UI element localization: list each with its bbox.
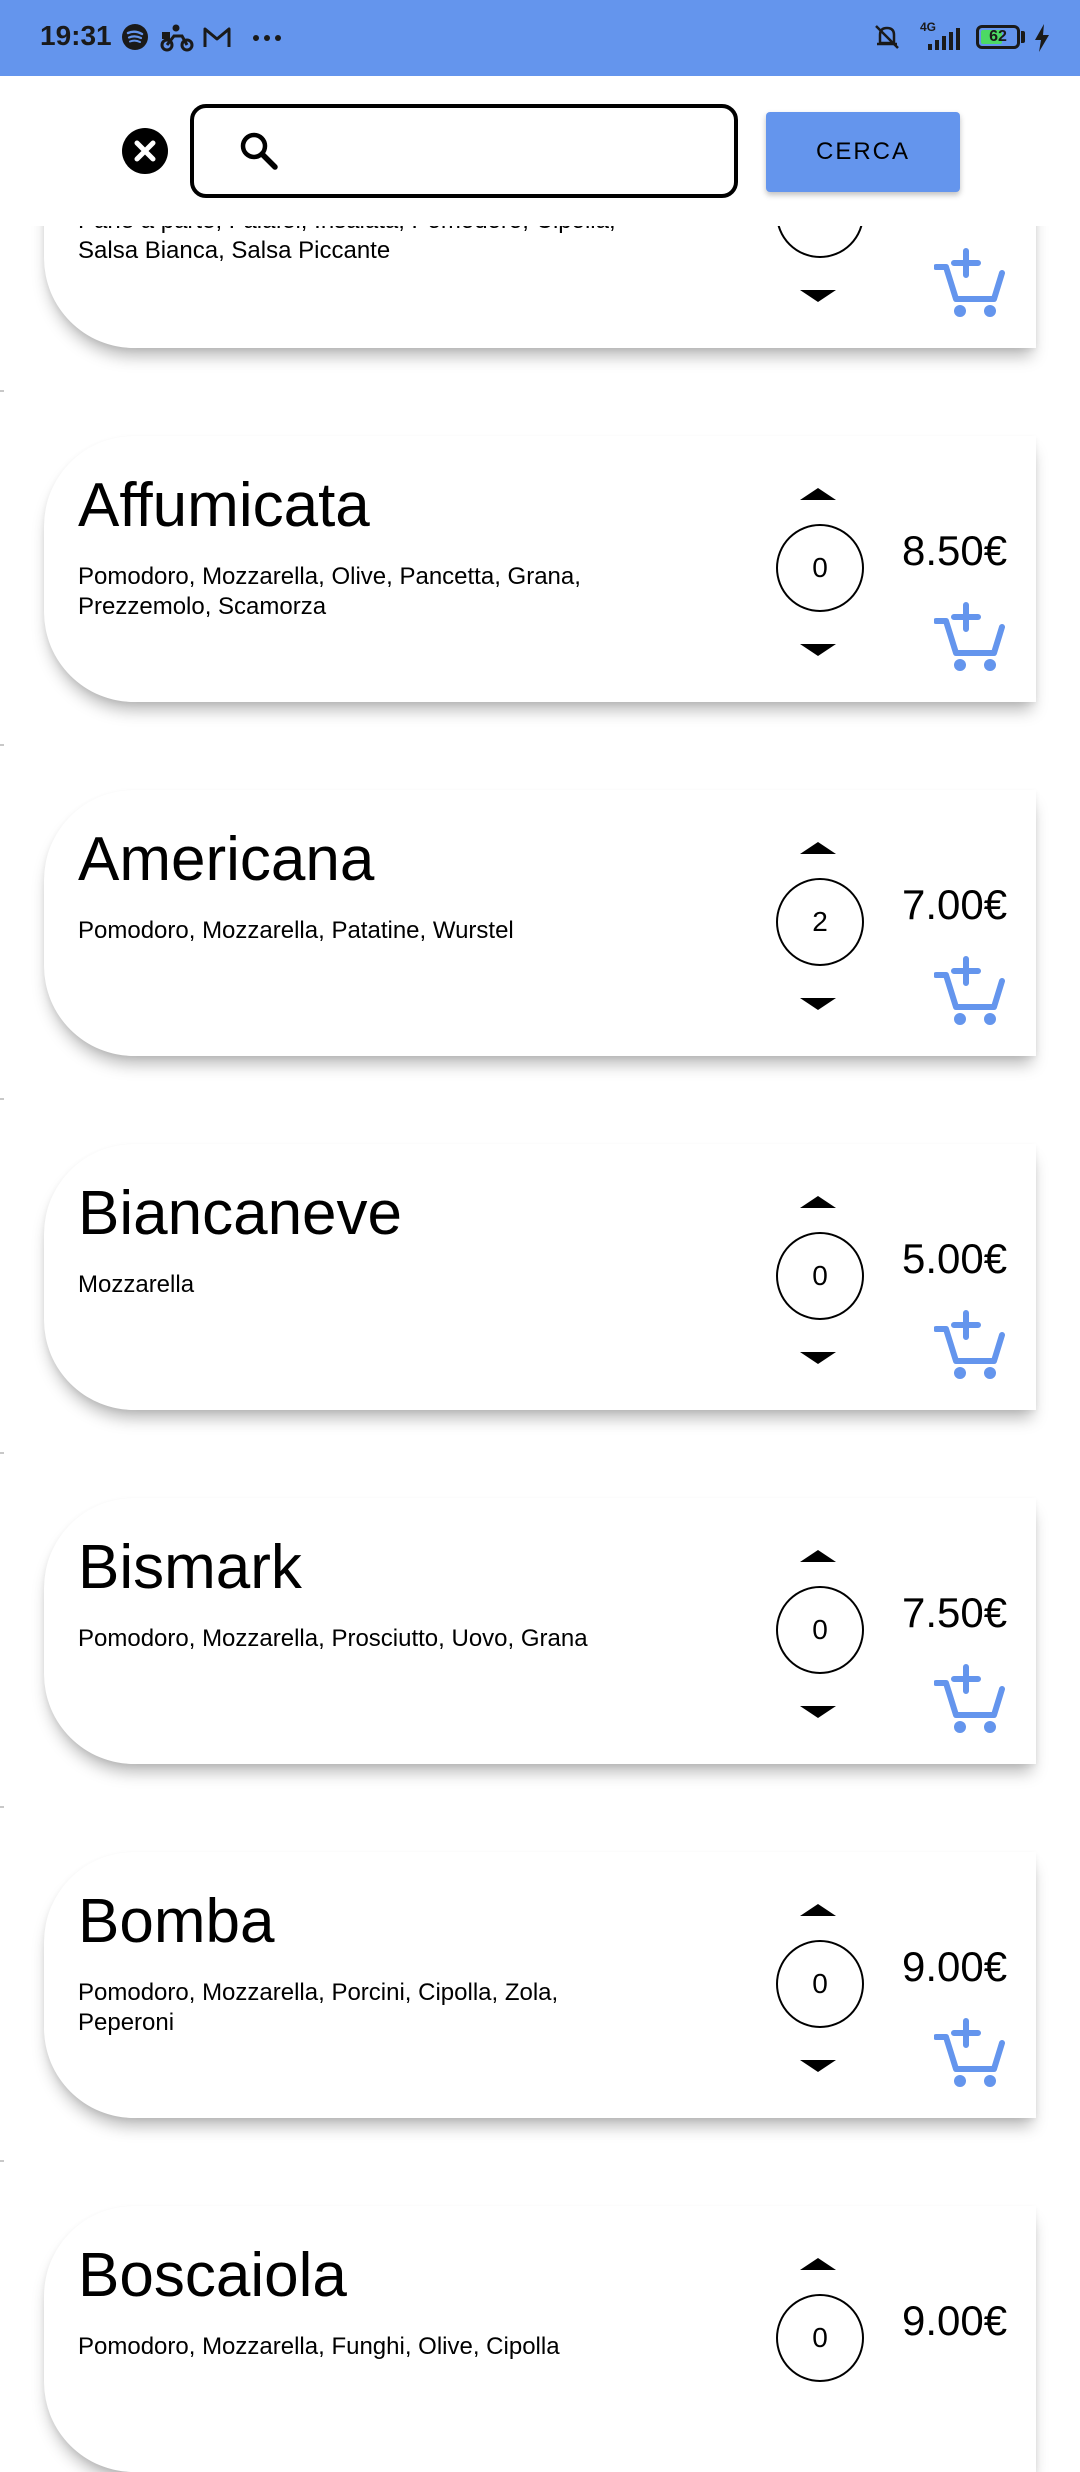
- add-to-cart-icon[interactable]: [934, 2017, 1006, 2089]
- increase-quantity-button[interactable]: [800, 1196, 836, 1208]
- status-time: 19:31: [40, 20, 112, 51]
- divider: [0, 1806, 4, 1808]
- clear-search-button[interactable]: [122, 128, 168, 174]
- add-to-cart-icon[interactable]: [934, 955, 1006, 1027]
- battery-tip: [1021, 31, 1025, 43]
- divider: [0, 2160, 4, 2162]
- quantity-counter[interactable]: 0: [776, 1232, 864, 1320]
- quantity-counter[interactable]: 2: [776, 878, 864, 966]
- product-name: Bismark: [78, 1533, 302, 1602]
- product-price: 9.00€: [902, 1943, 1008, 1990]
- status-bar: 19:31 4G 62: [0, 0, 1080, 76]
- product-name: Boscaiola: [78, 2241, 347, 2310]
- quantity-counter[interactable]: 0: [776, 1586, 864, 1674]
- spotify-icon: [122, 24, 148, 50]
- product-price: 7.00€: [902, 881, 1008, 928]
- decrease-quantity-button[interactable]: [800, 998, 836, 1010]
- decrease-quantity-button[interactable]: [800, 644, 836, 656]
- battery-percent: 62: [989, 28, 1007, 45]
- product-list: Pane a parte, Falafel, Insalata, Pomodor…: [0, 0, 1080, 2472]
- increase-quantity-button[interactable]: [800, 488, 836, 500]
- gmail-icon: [203, 27, 231, 47]
- product-name: Bomba: [78, 1887, 275, 1956]
- search-button[interactable]: CERCA: [766, 112, 960, 192]
- search-field[interactable]: [190, 104, 738, 198]
- product-price: 5.00€: [902, 1235, 1008, 1282]
- product-name: Biancaneve: [78, 1179, 403, 1248]
- divider: [0, 1098, 4, 1100]
- product-name: Americana: [78, 825, 375, 894]
- decrease-quantity-button[interactable]: [800, 2060, 836, 2072]
- increase-quantity-button[interactable]: [800, 1904, 836, 1916]
- product-price: 8.50€: [902, 527, 1008, 574]
- signal-icon: [928, 28, 960, 50]
- close-icon: [134, 140, 156, 162]
- add-to-cart-icon[interactable]: [934, 1309, 1006, 1381]
- increase-quantity-button[interactable]: [800, 2258, 836, 2270]
- increase-quantity-button[interactable]: [800, 1550, 836, 1562]
- add-to-cart-icon[interactable]: [934, 247, 1006, 319]
- divider: [0, 390, 4, 392]
- product-description: Pomodoro, Mozzarella, Porcini, Cipolla, …: [78, 1979, 559, 2036]
- search-header: CERCA: [0, 76, 1080, 226]
- product-description: Pomodoro, Mozzarella, Patatine, Wurstel: [78, 917, 514, 944]
- battery-icon: 62: [976, 25, 1020, 49]
- decrease-quantity-button[interactable]: [800, 1352, 836, 1364]
- decrease-quantity-button[interactable]: [800, 1706, 836, 1718]
- product-name: Affumicata: [78, 471, 370, 540]
- product-description: Pomodoro, Mozzarella, Funghi, Olive, Cip…: [78, 2333, 560, 2360]
- quantity-counter[interactable]: 0: [776, 2294, 864, 2382]
- add-to-cart-icon[interactable]: [934, 1663, 1006, 1735]
- product-description: Mozzarella: [78, 1271, 195, 1298]
- decrease-quantity-button[interactable]: [800, 290, 836, 302]
- add-to-cart-icon[interactable]: [934, 601, 1006, 673]
- divider: [0, 744, 4, 746]
- search-input[interactable]: [294, 124, 718, 180]
- more-dots-icon: [253, 35, 281, 41]
- quantity-counter[interactable]: 0: [776, 1940, 864, 2028]
- product-card: Affumicata Pomodoro, Mozzarella, Olive, …: [44, 436, 1036, 702]
- increase-quantity-button[interactable]: [800, 842, 836, 854]
- search-icon: [240, 132, 278, 170]
- product-card: Bomba Pomodoro, Mozzarella, Porcini, Cip…: [44, 1852, 1036, 2118]
- charging-icon: [1035, 24, 1049, 52]
- product-description: Pomodoro, Mozzarella, Prosciutto, Uovo, …: [78, 1625, 588, 1652]
- delivery-scooter-icon: [160, 24, 194, 52]
- product-card: Americana Pomodoro, Mozzarella, Patatine…: [44, 790, 1036, 1056]
- product-card: Biancaneve Mozzarella 0 5.00€: [44, 1144, 1036, 1410]
- bell-off-icon: [875, 25, 899, 49]
- product-card: Boscaiola Pomodoro, Mozzarella, Funghi, …: [44, 2206, 1036, 2472]
- product-price: 7.50€: [902, 1589, 1008, 1636]
- product-description: Pomodoro, Mozzarella, Olive, Pancetta, G…: [78, 563, 581, 620]
- product-price: 9.00€: [902, 2297, 1008, 2344]
- quantity-counter[interactable]: 0: [776, 524, 864, 612]
- product-card: Bismark Pomodoro, Mozzarella, Prosciutto…: [44, 1498, 1036, 1764]
- divider: [0, 1452, 4, 1454]
